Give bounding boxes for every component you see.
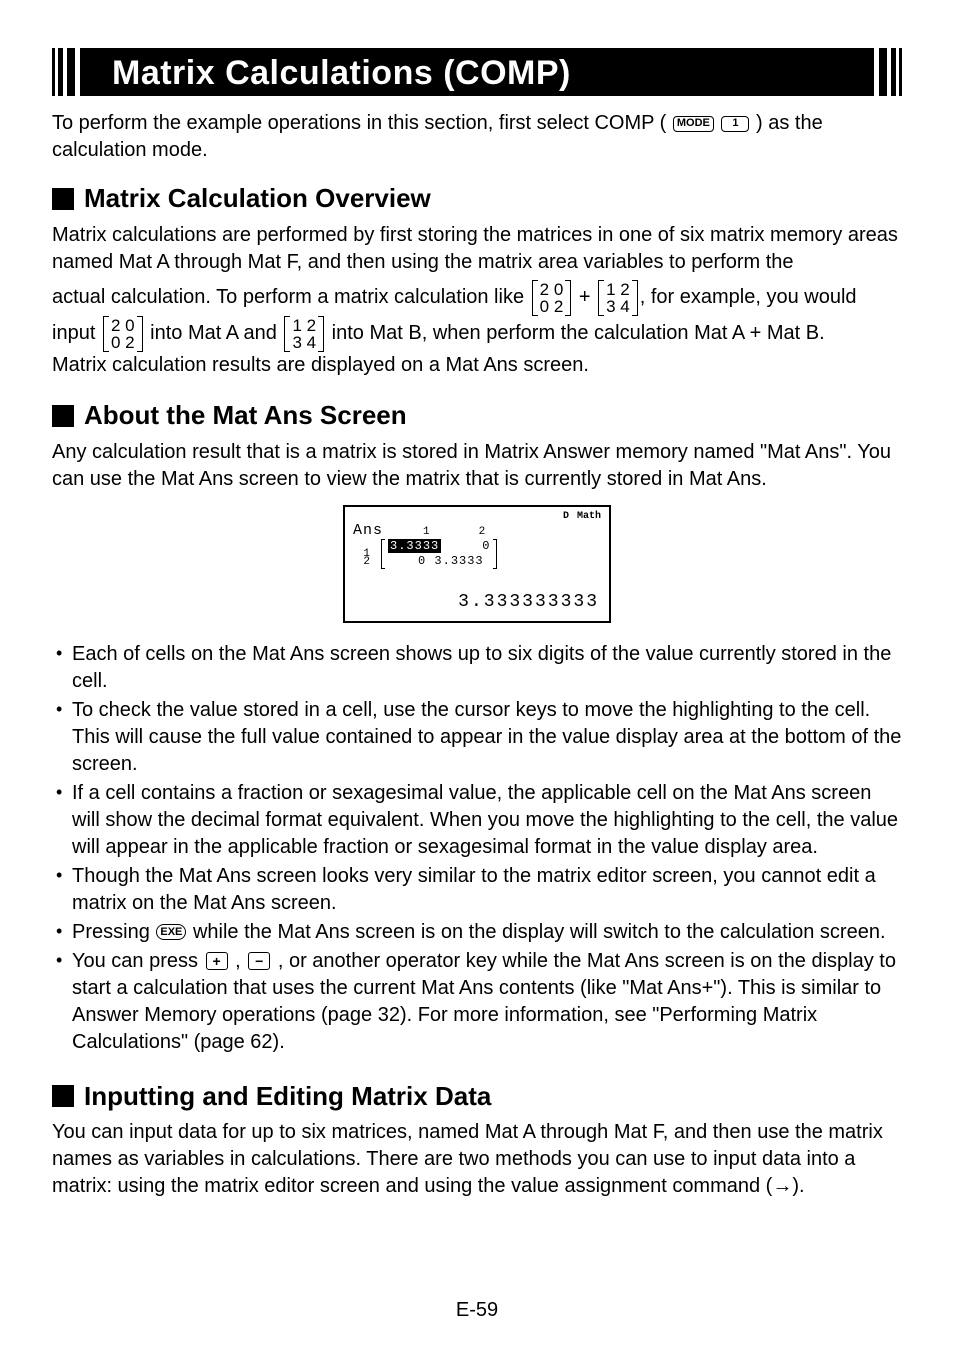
bullet-6: You can press + , − , or another operato… [56,948,902,1056]
overview-matrix-line-1: actual calculation. To perform a matrix … [52,280,902,316]
intro-text-1: To perform the example operations in thi… [52,112,666,134]
screen-ans-label: Ans [353,522,383,539]
one-key-icon: 1 [721,116,749,132]
calc-screen: D Math Ans 1 2 1 3.3333 0 0 3.3333 2 3.3… [343,505,611,623]
overview-matrix-line-2: input 2 0 0 2 into Mat A and 1 2 3 4 int… [52,316,902,352]
chapter-title-band: Matrix Calculations (COMP) [52,48,902,96]
decor-bars-left [52,48,92,96]
overview-p2a: actual calculation. To perform a matrix … [52,284,524,311]
bullet-1: Each of cells on the Mat Ans screen show… [56,641,902,695]
matans-bullets: Each of cells on the Mat Ans screen show… [52,641,902,1056]
matrix-a-input: 2 0 0 2 [103,316,143,352]
screen-cell-2-2: 3.3333 [434,554,483,568]
bullet-3: If a cell contains a fraction or sexages… [56,780,902,861]
overview-p3a: input [52,320,95,347]
bullet-2: To check the value stored in a cell, use… [56,697,902,778]
screen-indicator-d: D [563,510,569,523]
minus-key-icon: − [248,952,270,970]
chapter-title: Matrix Calculations (COMP) [100,48,583,96]
overview-p2b: , for example, you would [640,284,857,311]
overview-body: Matrix calculations are performed by fir… [52,222,902,379]
inputting-heading: Inputting and Editing Matrix Data [52,1080,902,1114]
matrix-b-inline: 1 2 3 4 [598,280,638,316]
screen-matrix: 3.3333 0 0 3.3333 [381,539,497,569]
screen-cell-1-2: 0 [482,539,490,553]
decor-bars-right [862,48,902,96]
matans-heading: About the Mat Ans Screen [52,399,902,433]
screen-cell-1-1: 3.3333 [388,539,441,553]
intro-paragraph: To perform the example operations in thi… [52,110,902,164]
page-number: E-59 [0,1297,954,1323]
matrix-a-inline: 2 0 0 2 [532,280,572,316]
screen-body: Ans 1 2 1 3.3333 0 0 3.3333 2 [353,523,601,586]
screen-result: 3.333333333 [458,591,599,614]
exe-key-icon: EXE [156,924,186,940]
screen-cell-2-1: 0 [418,554,426,568]
overview-p3b: into Mat A and [150,320,277,347]
calc-screen-wrap: D Math Ans 1 2 1 3.3333 0 0 3.3333 2 3.3… [52,505,902,623]
overview-p1: Matrix calculations are performed by fir… [52,222,902,276]
bullet-5: Pressing EXE while the Mat Ans screen is… [56,919,902,946]
inputting-para: You can input data for up to six matrice… [52,1119,902,1200]
matans-para: Any calculation result that is a matrix … [52,439,902,493]
mode-key-icon: MODE [673,116,714,132]
bullet-4: Though the Mat Ans screen looks very sim… [56,863,902,917]
matrix-b-input: 1 2 3 4 [284,316,324,352]
overview-p4: Matrix calculation results are displayed… [52,352,902,379]
overview-p3c: into Mat B, when perform the calculation… [332,320,825,347]
plus-sign: + [579,284,591,311]
overview-heading: Matrix Calculation Overview [52,182,902,216]
screen-indicator-math: Math [577,510,601,523]
plus-key-icon: + [206,952,228,970]
